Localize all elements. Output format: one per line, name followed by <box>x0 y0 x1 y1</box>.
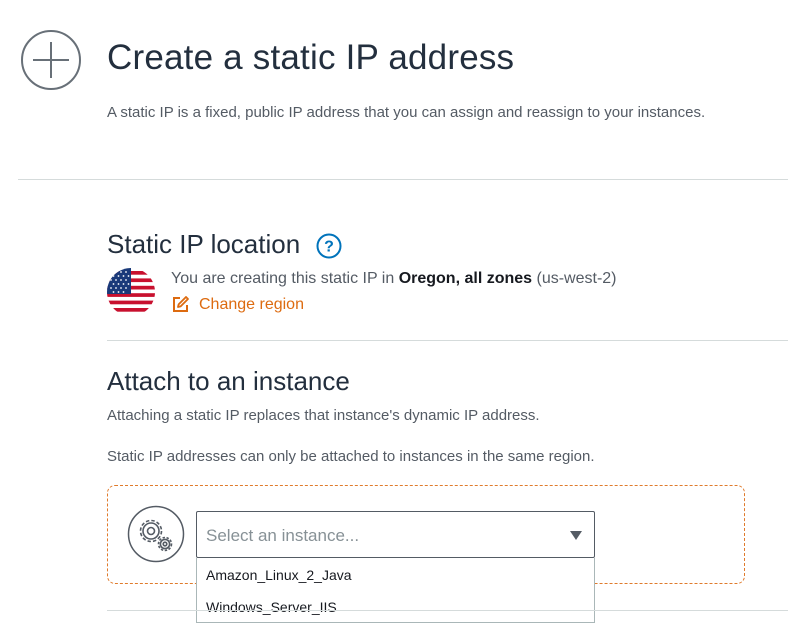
svg-text:?: ? <box>324 239 334 256</box>
attach-region-note: Static IP addresses can only be attached… <box>107 448 595 465</box>
gears-icon <box>127 505 185 563</box>
region-code: (us-west-2) <box>532 270 617 287</box>
divider <box>107 340 788 341</box>
location-prefix: You are creating this static IP in <box>171 270 399 287</box>
change-region-label: Change region <box>199 295 304 313</box>
instance-select[interactable]: Select an instance... <box>196 511 595 558</box>
change-region-link[interactable]: Change region <box>171 295 304 314</box>
region-name: Oregon, all zones <box>398 270 533 287</box>
add-circle-icon <box>21 30 81 90</box>
caret-down-icon[interactable] <box>570 531 582 540</box>
instance-option[interactable]: Windows_Server_IIS <box>206 599 337 615</box>
attach-description: Attaching a static IP replaces that inst… <box>107 407 540 424</box>
location-text: You are creating this static IP in Orego… <box>171 270 617 288</box>
page-description: A static IP is a fixed, public IP addres… <box>107 104 706 121</box>
instance-select-placeholder: Select an instance... <box>206 526 360 545</box>
edit-icon <box>173 296 189 312</box>
us-flag-icon <box>107 268 155 316</box>
help-icon[interactable]: ? <box>316 233 342 259</box>
instance-dropdown-menu: Amazon_Linux_2_Java Windows_Server_IIS <box>196 558 595 623</box>
divider <box>18 179 788 180</box>
instance-option[interactable]: Amazon_Linux_2_Java <box>206 567 352 583</box>
create-static-ip-page: Create a static IP address A static IP i… <box>0 0 788 636</box>
location-section-title: Static IP location <box>107 229 301 259</box>
divider <box>107 610 788 611</box>
attach-section-title: Attach to an instance <box>107 366 350 396</box>
page-title: Create a static IP address <box>107 38 515 77</box>
